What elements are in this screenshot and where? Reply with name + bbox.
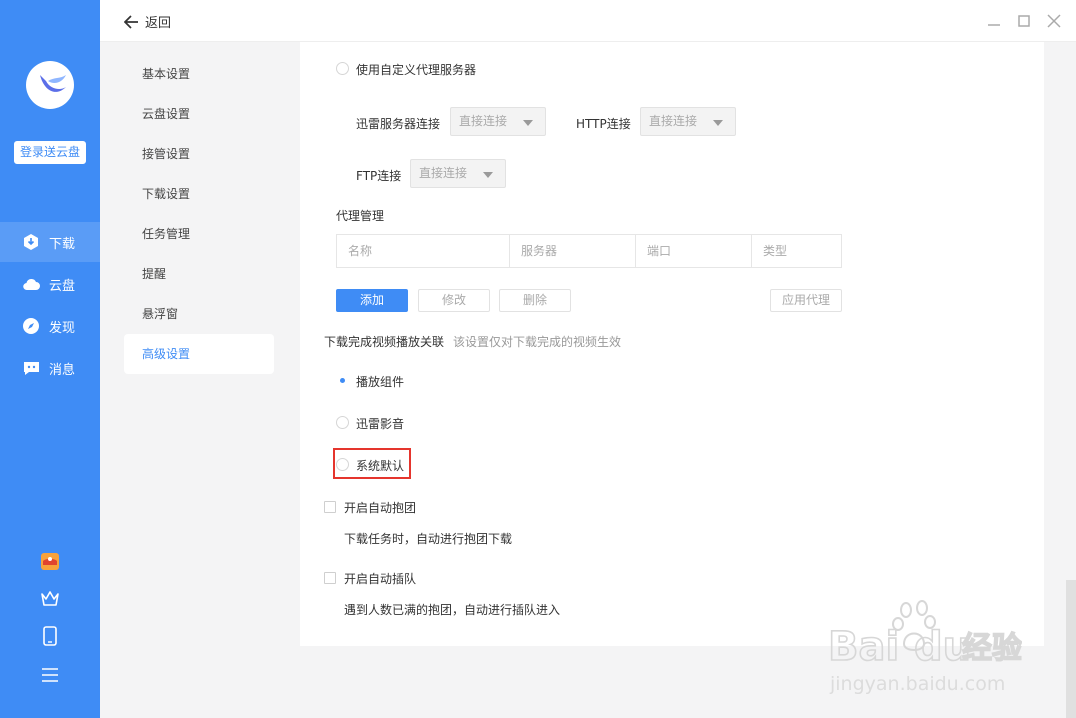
video-assoc-title: 下载完成视频播放关联 bbox=[324, 335, 445, 349]
settings-item-tasks[interactable]: 任务管理 bbox=[124, 214, 274, 254]
auto-queue-desc: 遇到人数已满的抱团，自动进行插队进入 bbox=[344, 603, 561, 617]
proxy-manage-title: 代理管理 bbox=[336, 209, 385, 223]
add-proxy-button[interactable]: 添加 bbox=[336, 289, 408, 312]
advanced-settings-panel: 使用自定义代理服务器 迅雷服务器连接 直接连接 HTTP连接 直接连接 FTP连… bbox=[300, 42, 1044, 646]
xunlei-player-radio[interactable] bbox=[336, 416, 349, 429]
ftp-conn-label: FTP连接 bbox=[356, 169, 402, 183]
nav-discover-label: 发现 bbox=[49, 320, 76, 336]
http-conn-value: 直接连接 bbox=[649, 114, 698, 128]
nav-download[interactable]: 下载 bbox=[0, 222, 100, 262]
maximize-icon[interactable] bbox=[1016, 13, 1032, 29]
http-conn-select[interactable]: 直接连接 bbox=[640, 107, 736, 136]
custom-proxy-label: 使用自定义代理服务器 bbox=[356, 63, 477, 77]
login-gift-button[interactable]: 登录送云盘 bbox=[14, 141, 86, 164]
column-port: 端口 bbox=[636, 235, 752, 267]
apply-proxy-button[interactable]: 应用代理 bbox=[770, 289, 842, 312]
back-button[interactable]: 返回 bbox=[124, 12, 171, 31]
crown-icon[interactable] bbox=[40, 588, 60, 608]
video-assoc-hint: 该设置仅对下载完成的视频生效 bbox=[453, 335, 622, 349]
nav-download-label: 下载 bbox=[49, 236, 76, 252]
nav-messages-label: 消息 bbox=[49, 362, 76, 378]
bird-logo-icon bbox=[40, 75, 66, 92]
player-component-label: 播放组件 bbox=[356, 375, 405, 389]
nav-cloud[interactable]: 云盘 bbox=[0, 264, 100, 304]
svg-text:jingyan.baidu.com: jingyan.baidu.com bbox=[829, 673, 1005, 695]
message-icon bbox=[22, 359, 40, 377]
xunlei-player-label: 迅雷影音 bbox=[356, 417, 405, 431]
auto-group-label: 开启自动抱团 bbox=[344, 501, 417, 515]
scrollbar[interactable] bbox=[1066, 580, 1076, 718]
chevron-down-icon bbox=[483, 172, 493, 178]
settings-menu: 基本设置 云盘设置 接管设置 下载设置 任务管理 提醒 悬浮窗 高级设置 bbox=[100, 42, 300, 718]
app-logo bbox=[26, 61, 74, 109]
delete-proxy-button[interactable]: 删除 bbox=[499, 289, 571, 312]
column-name: 名称 bbox=[337, 235, 510, 267]
compass-icon bbox=[22, 317, 40, 335]
nav-cloud-label: 云盘 bbox=[49, 278, 76, 294]
gift-icon[interactable] bbox=[40, 551, 60, 571]
title-bar: 返回 bbox=[100, 0, 1076, 42]
auto-queue-label: 开启自动插队 bbox=[344, 572, 417, 586]
close-icon[interactable] bbox=[1046, 13, 1062, 29]
settings-item-basic[interactable]: 基本设置 bbox=[124, 54, 274, 94]
nav-discover[interactable]: 发现 bbox=[0, 306, 100, 346]
nav-messages[interactable]: 消息 bbox=[0, 348, 100, 388]
edit-proxy-button[interactable]: 修改 bbox=[418, 289, 490, 312]
auto-queue-checkbox[interactable] bbox=[324, 572, 336, 584]
settings-item-takeover[interactable]: 接管设置 bbox=[124, 134, 274, 174]
ftp-conn-value: 直接连接 bbox=[419, 166, 468, 180]
auto-group-checkbox[interactable] bbox=[324, 501, 336, 513]
xunlei-conn-label: 迅雷服务器连接 bbox=[356, 117, 441, 131]
http-conn-label: HTTP连接 bbox=[576, 117, 631, 131]
proxy-table-header: 名称 服务器 端口 类型 bbox=[336, 234, 842, 268]
back-label: 返回 bbox=[145, 16, 172, 31]
cloud-icon bbox=[22, 275, 40, 293]
minimize-icon[interactable] bbox=[986, 13, 1002, 29]
download-icon bbox=[22, 233, 40, 251]
menu-icon[interactable] bbox=[40, 665, 60, 685]
arrow-left-icon bbox=[124, 14, 138, 29]
ftp-conn-select[interactable]: 直接连接 bbox=[410, 159, 506, 188]
chevron-down-icon bbox=[713, 120, 723, 126]
column-type: 类型 bbox=[763, 244, 788, 258]
settings-item-download[interactable]: 下载设置 bbox=[124, 174, 274, 214]
auto-group-desc: 下载任务时，自动进行抱团下载 bbox=[344, 532, 513, 546]
xunlei-conn-value: 直接连接 bbox=[459, 114, 508, 128]
xunlei-conn-select[interactable]: 直接连接 bbox=[450, 107, 546, 136]
settings-item-advanced[interactable]: 高级设置 bbox=[124, 334, 274, 374]
chevron-down-icon bbox=[523, 120, 533, 126]
column-server: 服务器 bbox=[510, 235, 636, 267]
settings-item-reminder[interactable]: 提醒 bbox=[124, 254, 274, 294]
annotation-highlight-box bbox=[333, 448, 411, 479]
phone-icon[interactable] bbox=[40, 626, 60, 646]
settings-item-floating[interactable]: 悬浮窗 bbox=[124, 294, 274, 334]
custom-proxy-radio[interactable] bbox=[336, 62, 349, 75]
settings-item-cloud[interactable]: 云盘设置 bbox=[124, 94, 274, 134]
app-sidebar: 登录送云盘 下载 云盘 发现 消息 bbox=[0, 0, 100, 718]
player-component-radio[interactable] bbox=[336, 374, 349, 387]
